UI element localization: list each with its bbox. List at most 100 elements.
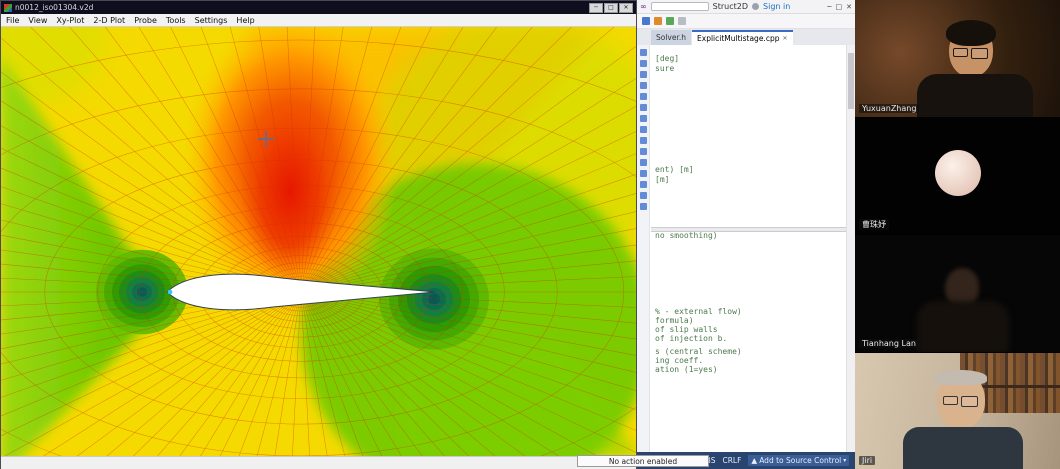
menu-item-xy-plot[interactable]: Xy-Plot xyxy=(56,16,84,25)
cfd-window-controls: ─ □ ✕ xyxy=(588,3,633,13)
maximize-button[interactable]: □ xyxy=(836,3,843,11)
cfd-menubar: File View Xy-Plot 2-D Plot Probe Tools Setting… xyxy=(1,14,636,27)
code-line: no smoothing) xyxy=(655,231,718,240)
editor-window-controls: ─ □ ✕ xyxy=(827,3,852,11)
editor-body: [deg]sure ent) [m][m] no smoothing) % - ext… xyxy=(637,45,855,452)
open-file-icon[interactable] xyxy=(654,17,662,25)
bookmark-icon[interactable] xyxy=(640,126,647,133)
participant-video xyxy=(855,0,1060,117)
menu-item-settings[interactable]: Settings xyxy=(195,16,228,25)
participant-tile-[interactable]: 曹珠妤 xyxy=(855,118,1060,236)
scrollbar-thumb[interactable] xyxy=(848,53,854,109)
code-line: of slip walls xyxy=(655,325,718,334)
bookmark-icon[interactable] xyxy=(640,60,647,67)
run-icon[interactable] xyxy=(666,17,674,25)
bookmark-icon[interactable] xyxy=(640,49,647,56)
glasses-shape xyxy=(953,48,968,57)
code-area[interactable]: [deg]sure ent) [m][m] no smoothing) % - ext… xyxy=(651,45,846,452)
close-button[interactable]: ✕ xyxy=(846,3,852,11)
code-line: [deg] xyxy=(655,54,679,63)
screen: ∞ Struct2D Sign in ─ □ ✕ Solver.h Explici… xyxy=(0,0,1060,469)
cfd-statusbar xyxy=(1,456,636,469)
participant-name: Jiri xyxy=(859,456,875,465)
menu-item-probe[interactable]: Probe xyxy=(134,16,157,25)
code-line: of injection b. xyxy=(655,334,727,343)
torso-shape xyxy=(903,427,1023,469)
code-line: ation (1=yes) xyxy=(655,365,718,374)
bookmark-icon[interactable] xyxy=(640,170,647,177)
participant-video xyxy=(855,235,1060,352)
minimize-button[interactable]: ─ xyxy=(589,3,603,13)
quick-launch-search[interactable] xyxy=(651,2,709,11)
cfd-status-message: No action enabled xyxy=(577,455,709,467)
bookmark-icon[interactable] xyxy=(640,192,647,199)
trailing-point-marker xyxy=(432,297,436,301)
minimize-button[interactable]: ─ xyxy=(827,3,831,11)
bookmark-icon[interactable] xyxy=(640,148,647,155)
bookmark-icon[interactable] xyxy=(640,93,647,100)
participant-video xyxy=(855,353,1060,469)
video-call-sidebar: YuxuanZhang 曹珠妤 Tianhang Lan Jiri xyxy=(855,0,1060,469)
bookmark-icon[interactable] xyxy=(640,159,647,166)
code-line: % - external flow) xyxy=(655,307,742,316)
bookmark-icon[interactable] xyxy=(640,115,647,122)
sign-in-link[interactable]: Sign in xyxy=(763,2,790,11)
cfd-app-icon xyxy=(4,4,12,12)
participant-name: 曹珠妤 xyxy=(859,219,889,230)
editor-toolbar xyxy=(637,14,855,29)
editor-titlebar: ∞ Struct2D Sign in ─ □ ✕ xyxy=(637,0,855,14)
menu-item-2-d-plot[interactable]: 2-D Plot xyxy=(93,16,125,25)
cfd-plot-canvas[interactable] xyxy=(1,27,636,456)
menu-item-help[interactable]: Help xyxy=(236,16,254,25)
bookmark-icon[interactable] xyxy=(640,104,647,111)
participant-name: YuxuanZhang xyxy=(859,104,919,113)
bookmark-icon[interactable] xyxy=(640,82,647,89)
user-avatar-icon xyxy=(752,3,759,10)
tab-solver-h[interactable]: Solver.h xyxy=(651,30,691,45)
close-button[interactable]: ✕ xyxy=(619,3,633,13)
torso-shape xyxy=(917,301,1009,353)
code-line: ing coeff. xyxy=(655,356,703,365)
tab-label: Solver.h xyxy=(656,33,686,42)
code-line: ent) [m] xyxy=(655,165,694,174)
save-icon[interactable] xyxy=(678,17,686,25)
menu-item-view[interactable]: View xyxy=(28,16,47,25)
participant-video xyxy=(855,118,1060,235)
upload-icon: ▲ xyxy=(751,456,757,465)
participant-tile-tianhang-lan[interactable]: Tianhang Lan xyxy=(855,235,1060,353)
editor-split-divider[interactable] xyxy=(651,227,846,232)
editor-margin-strip xyxy=(637,45,650,452)
vs-editor-window: ∞ Struct2D Sign in ─ □ ✕ Solver.h Explici… xyxy=(637,0,855,469)
stagnation-point-marker xyxy=(168,290,173,295)
bookmark-icon[interactable] xyxy=(640,71,647,78)
menu-item-file[interactable]: File xyxy=(6,16,19,25)
add-to-source-control-button[interactable]: ▲ Add to Source Control ▾ xyxy=(748,455,849,466)
participant-tile-yuxuanzhang[interactable]: YuxuanZhang xyxy=(855,0,1060,118)
bookmark-icon[interactable] xyxy=(640,203,647,210)
editor-tab-bar: Solver.h ExplicitMultistage.cpp✕ xyxy=(637,29,855,45)
tab-label: ExplicitMultistage.cpp xyxy=(697,34,779,43)
bookmark-icon[interactable] xyxy=(640,181,647,188)
status-eol[interactable]: CRLF xyxy=(722,456,741,465)
cfd-titlebar[interactable]: n0012_iso01304.v2d ─ □ ✕ xyxy=(1,1,636,14)
participant-name: Tianhang Lan xyxy=(859,339,919,348)
cfd-window: n0012_iso01304.v2d ─ □ ✕ File View Xy-Plot… xyxy=(0,0,637,469)
code-line: [m] xyxy=(655,175,669,184)
bookmark-icon[interactable] xyxy=(640,137,647,144)
torso-shape xyxy=(917,74,1033,118)
close-tab-icon[interactable]: ✕ xyxy=(782,35,787,42)
tab-explicitmultistage-cpp[interactable]: ExplicitMultistage.cpp✕ xyxy=(692,30,792,45)
code-line: sure xyxy=(655,64,674,73)
source-control-label: Add to Source Control xyxy=(759,456,841,465)
pressure-contour-plot xyxy=(1,27,636,456)
maximize-button[interactable]: □ xyxy=(604,3,618,13)
vs-logo-icon: ∞ xyxy=(640,2,647,11)
editor-scrollbar[interactable] xyxy=(846,45,855,452)
avatar xyxy=(935,150,981,196)
code-line: formula) xyxy=(655,316,694,325)
menu-item-tools[interactable]: Tools xyxy=(166,16,186,25)
chevron-down-icon: ▾ xyxy=(843,457,846,464)
participant-tile-jiri[interactable]: Jiri xyxy=(855,353,1060,469)
new-file-icon[interactable] xyxy=(642,17,650,25)
code-line: s (central scheme) xyxy=(655,347,742,356)
